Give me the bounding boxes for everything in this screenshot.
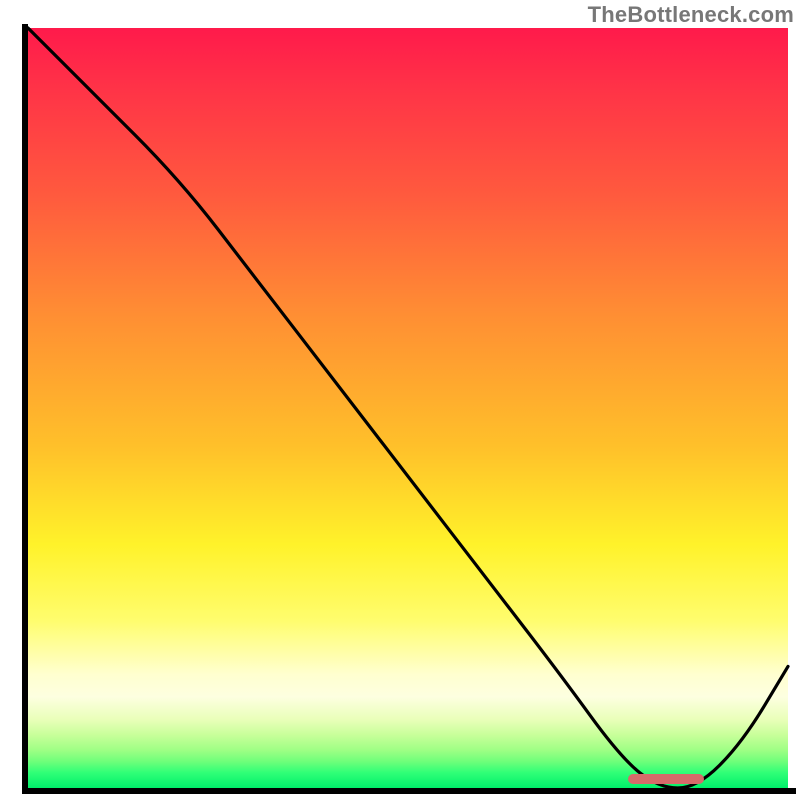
optimum-marker: [628, 774, 704, 784]
bottleneck-curve: [28, 28, 788, 788]
chart-stage: TheBottleneck.com: [0, 0, 800, 800]
watermark-text: TheBottleneck.com: [588, 2, 794, 28]
